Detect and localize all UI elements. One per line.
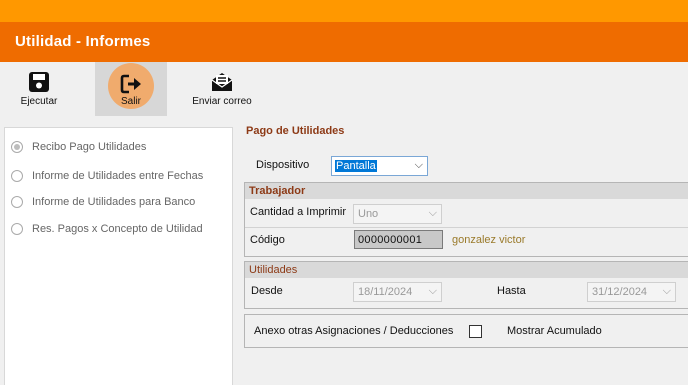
radio-button[interactable] [11, 196, 23, 208]
enviar-correo-label: Enviar correo [192, 96, 252, 107]
radio-label: Informe de Utilidades entre Fechas [32, 170, 204, 182]
radio-res-pagos[interactable]: Res. Pagos x Concepto de Utilidad [11, 221, 203, 237]
section-title: Pago de Utilidades [246, 125, 345, 137]
radio-recibo-pago[interactable]: Recibo Pago Utilidades [11, 139, 146, 155]
window-title: Utilidad - Informes [15, 33, 151, 50]
utilidades-header: Utilidades [245, 262, 688, 278]
radio-label: Res. Pagos x Concepto de Utilidad [32, 223, 203, 235]
divider [245, 227, 688, 228]
salir-label: Salir [120, 96, 141, 107]
radio-informe-banco[interactable]: Informe de Utilidades para Banco [11, 194, 195, 210]
ejecutar-button[interactable]: Ejecutar [10, 62, 68, 116]
desde-date-picker[interactable]: 18/11/2024 ⌵ [353, 282, 442, 302]
report-type-panel: Recibo Pago Utilidades Informe de Utilid… [4, 127, 233, 385]
dispositivo-label: Dispositivo [256, 159, 310, 171]
chevron-down-icon[interactable]: ⌵ [663, 285, 671, 298]
dispositivo-value: Pantalla [335, 160, 377, 172]
save-icon [29, 72, 49, 92]
anexo-label: Anexo otras Asignaciones / Deducciones [254, 325, 454, 337]
title-bar: Utilidad - Informes [0, 22, 688, 62]
desde-value: 18/11/2024 [358, 286, 413, 298]
dispositivo-select[interactable]: Pantalla ⌵ [331, 156, 428, 176]
exit-icon [120, 74, 141, 94]
radio-informe-fechas[interactable]: Informe de Utilidades entre Fechas [11, 168, 203, 184]
hasta-label: Hasta [497, 285, 526, 297]
codigo-value: 0000000001 [358, 234, 423, 246]
trabajador-header: Trabajador [245, 183, 688, 199]
ejecutar-label: Ejecutar [20, 96, 58, 107]
desde-label: Desde [251, 285, 283, 297]
mostrar-acumulado-label: Mostrar Acumulado [507, 325, 602, 337]
hasta-date-picker[interactable]: 31/12/2024 ⌵ [587, 282, 676, 302]
hasta-value: 31/12/2024 [592, 286, 648, 298]
radio-button-checked[interactable] [11, 141, 23, 153]
cantidad-value: Uno [358, 208, 379, 220]
codigo-label: Código [250, 234, 285, 246]
envelope-icon [211, 73, 233, 91]
top-accent-strip [0, 0, 688, 22]
radio-button[interactable] [11, 170, 23, 182]
codigo-input[interactable]: 0000000001 [354, 230, 443, 249]
chevron-down-icon[interactable]: ⌵ [429, 207, 437, 220]
radio-button[interactable] [11, 223, 23, 235]
radio-label: Recibo Pago Utilidades [32, 141, 147, 153]
toolbar: Ejecutar Salir Enviar correo [0, 62, 688, 120]
chevron-down-icon[interactable]: ⌵ [415, 159, 423, 172]
radio-label: Informe de Utilidades para Banco [32, 196, 196, 208]
chevron-down-icon[interactable]: ⌵ [429, 285, 437, 298]
mostrar-acumulado-checkbox[interactable] [469, 325, 482, 338]
cantidad-label: Cantidad a Imprimir [250, 206, 346, 218]
enviar-correo-button[interactable]: Enviar correo [188, 62, 256, 116]
cantidad-select[interactable]: Uno ⌵ [353, 204, 442, 224]
salir-button[interactable]: Salir [95, 62, 167, 116]
trabajador-nombre: gonzalez victor [452, 234, 526, 246]
